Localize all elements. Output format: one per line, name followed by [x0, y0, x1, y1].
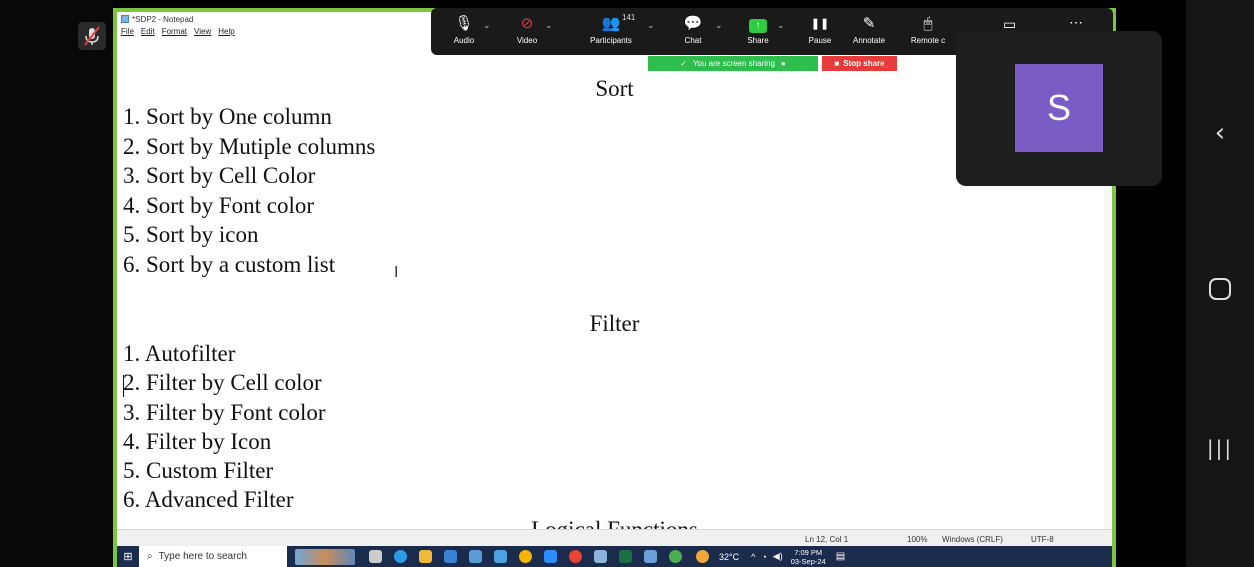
share-label: Share: [747, 36, 769, 45]
participant-count: 141: [622, 13, 636, 22]
weather-sun-icon: [696, 550, 709, 563]
chevron-down-icon[interactable]: ⌄: [777, 20, 785, 31]
video-button[interactable]: ⊘ Video: [511, 12, 543, 45]
notepad-titlebar: *SDP2 - Notepad: [121, 12, 193, 26]
task-view-icon[interactable]: [369, 550, 382, 563]
video-off-icon: ⊘: [520, 15, 534, 32]
chrome-profile-icon[interactable]: [569, 550, 582, 563]
list-item: 6. Advanced Filter: [123, 487, 294, 512]
participants-label: Participants: [590, 36, 632, 45]
share-button[interactable]: ↑ Share: [743, 12, 773, 45]
muted-microphone-icon[interactable]: [78, 22, 106, 50]
back-icon[interactable]: ‹: [1186, 118, 1254, 148]
search-icon: ⌕: [147, 551, 153, 562]
home-button[interactable]: [1186, 278, 1254, 300]
text-caret: [123, 375, 124, 397]
line-ending: Windows (CRLF): [942, 535, 1003, 544]
search-placeholder: Type here to search: [158, 551, 247, 562]
list-item: 4. Filter by Icon: [123, 429, 272, 454]
zoom-level: 100%: [907, 535, 928, 544]
android-navigation-bar: ‹ |||: [1186, 0, 1254, 567]
screen-sharing-banner: ✓ You are screen sharing ●: [648, 56, 818, 71]
audio-button[interactable]: 🎙 Audio: [449, 12, 479, 45]
pause-button[interactable]: ❚❚ Pause: [805, 12, 835, 45]
temperature: 32°C: [719, 551, 740, 562]
share-icon: ↑: [749, 19, 767, 33]
microphone-icon: 🎙: [454, 15, 474, 32]
volume-icon[interactable]: ◀): [773, 551, 783, 562]
pause-icon: ❚❚: [810, 18, 830, 30]
home-icon: [1209, 278, 1231, 300]
weather-widget-icon[interactable]: [295, 548, 355, 565]
list-item: 3. Filter by Font color: [123, 400, 326, 425]
remote-control-button[interactable]: 🖱 Remote c: [903, 12, 953, 45]
chevron-down-icon[interactable]: ⌄: [647, 20, 655, 31]
stop-share-button[interactable]: ■ Stop share: [822, 56, 897, 71]
taskbar-search[interactable]: ⌕ Type here to search: [139, 546, 287, 567]
recent-apps-icon[interactable]: |||: [1186, 436, 1254, 460]
remote-control-icon: 🖱: [923, 15, 933, 32]
chat-button[interactable]: 💬 Chat: [678, 12, 708, 45]
participant-video-thumbnail[interactable]: S: [956, 31, 1162, 186]
excel-icon[interactable]: [619, 550, 632, 563]
leaf-icon: ✓: [680, 59, 687, 68]
help-icon[interactable]: [669, 550, 682, 563]
list-item: 2. Sort by Mutiple columns: [123, 134, 376, 159]
chevron-down-icon[interactable]: ⌄: [483, 20, 491, 31]
mail-icon[interactable]: [444, 550, 457, 563]
chat-icon: 💬: [683, 15, 703, 32]
encoding: UTF-8: [1031, 535, 1054, 544]
chat-label: Chat: [684, 36, 702, 45]
chevron-up-icon[interactable]: ^: [751, 552, 755, 562]
clock-date: 03-Sep-24: [790, 556, 826, 566]
windows-start-icon[interactable]: ⊞: [117, 546, 139, 567]
audio-label: Audio: [453, 36, 475, 45]
cursor-position: Ln 12, Col 1: [805, 535, 849, 544]
notepad-statusbar: Ln 12, Col 1 100% Windows (CRLF) UTF-8: [117, 529, 1112, 547]
windows-taskbar: ⊞ ⌕ Type here to search 32°C ^ ◔ ◀) 7:09…: [117, 546, 1112, 567]
self-video-strip: [0, 0, 113, 567]
network-icon[interactable]: ◔: [761, 552, 766, 562]
annotate-icon: ✎: [862, 15, 876, 32]
list-item: 5. Sort by icon: [123, 222, 259, 247]
edge-browser-icon[interactable]: [394, 550, 407, 563]
list-item: 5. Custom Filter: [123, 458, 274, 483]
app-icon[interactable]: [644, 550, 657, 563]
app-icon[interactable]: [494, 550, 507, 563]
avatar: S: [1015, 64, 1103, 152]
ibeam-cursor-icon: I: [394, 263, 399, 281]
chevron-down-icon[interactable]: ⌄: [715, 20, 723, 31]
app-icon[interactable]: [594, 550, 607, 563]
chevron-down-icon[interactable]: ⌄: [545, 20, 553, 31]
notepad-app-icon: [121, 15, 129, 23]
list-item: 1. Autofilter: [123, 341, 236, 366]
pause-label: Pause: [808, 36, 832, 45]
file-explorer-icon[interactable]: [419, 550, 432, 563]
stop-icon: ■: [834, 59, 840, 68]
system-tray: ^ ◔ ◀): [751, 551, 783, 562]
list-item: 2. Filter by Cell color: [123, 370, 322, 395]
store-icon[interactable]: [469, 550, 482, 563]
more-icon[interactable]: ⋯: [1069, 14, 1083, 31]
list-item: 6. Sort by a custom list: [123, 252, 336, 277]
clock-time: 7:09 PM: [794, 547, 823, 557]
video-label: Video: [516, 36, 538, 45]
notepad-title: *SDP2 - Notepad: [132, 14, 194, 24]
remote-control-label: Remote c: [910, 36, 946, 45]
list-item: 3. Sort by Cell Color: [123, 163, 316, 188]
notifications-icon[interactable]: ▤: [836, 551, 845, 562]
sharing-banner-text: You are screen sharing: [692, 59, 775, 68]
list-item: 1. Sort by One column: [123, 104, 332, 129]
list-item: 4. Sort by Font color: [123, 193, 315, 218]
chrome-icon[interactable]: [519, 550, 532, 563]
annotate-button[interactable]: ✎ Annotate: [849, 12, 889, 45]
meeting-screen: *SDP2 - Notepad File Edit Format View He…: [0, 0, 1254, 567]
stop-share-label: Stop share: [843, 59, 885, 68]
zoom-app-icon[interactable]: [544, 550, 557, 563]
shield-icon: ●: [780, 59, 786, 68]
section-heading-filter: Filter: [589, 311, 640, 336]
taskbar-clock[interactable]: 7:09 PM 03-Sep-24: [791, 548, 826, 566]
annotate-label: Annotate: [852, 36, 886, 45]
